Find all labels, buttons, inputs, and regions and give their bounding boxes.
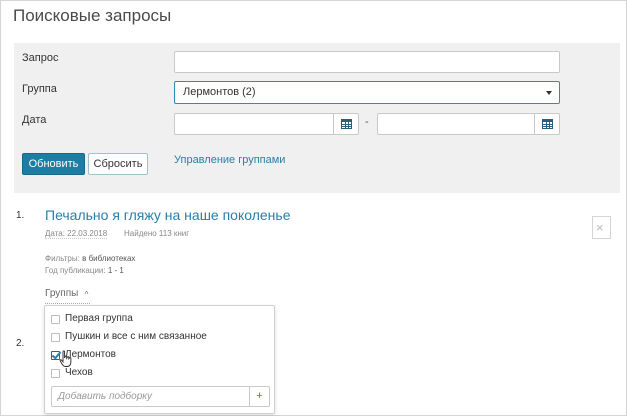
year-value: 1 - 1 <box>107 266 124 275</box>
filters-value: в библиотеках <box>82 254 136 263</box>
query-input[interactable] <box>174 51 560 73</box>
year-label: Год публикации: <box>45 266 106 275</box>
groups-toggle-label: Группы <box>45 288 79 299</box>
group-select[interactable]: Лермонтов (2) <box>174 81 560 104</box>
groups-dropdown: Первая группа Пушкин и все с ним связанн… <box>44 305 275 414</box>
close-icon: × <box>596 220 604 235</box>
hand-cursor-icon <box>59 350 72 367</box>
query-label: Запрос <box>22 52 59 64</box>
result-number: 1. <box>16 210 25 221</box>
date-separator: - <box>365 116 369 128</box>
caret-down-icon <box>546 91 552 95</box>
group-select-value: Лермонтов (2) <box>183 86 256 98</box>
group-label: Группа <box>22 83 57 95</box>
calendar-icon <box>542 119 553 129</box>
groups-toggle[interactable]: Группы ^ <box>45 288 91 304</box>
page-title: Поисковые запросы <box>13 6 172 25</box>
group-option-label: Пушкин и все с ним связанное <box>65 331 207 342</box>
result-date: Дата: 22.03.2018 <box>45 229 108 239</box>
add-collection-button[interactable]: + <box>249 386 270 407</box>
chevron-up-icon: ^ <box>84 290 89 299</box>
manage-groups-link[interactable]: Управление группами <box>174 154 285 166</box>
result-title-link[interactable]: Печально я гляжу на наше поколенье <box>45 207 291 223</box>
date-to-calendar-button[interactable] <box>534 113 560 135</box>
reset-button[interactable]: Сбросить <box>88 153 148 175</box>
group-checkbox[interactable] <box>51 333 60 342</box>
group-checkbox[interactable] <box>51 315 60 324</box>
result-number: 2. <box>16 338 25 349</box>
delete-result-button[interactable]: × <box>592 216 611 239</box>
group-option-label: Первая группа <box>65 313 133 324</box>
date-to-input[interactable] <box>377 113 560 135</box>
result-filters: Фильтры: в библиотеках <box>45 254 135 263</box>
app-frame: Поисковые запросы Запрос Группа Лермонто… <box>0 0 627 416</box>
filters-label: Фильтры: <box>45 254 80 263</box>
add-collection-input[interactable]: Добавить подборку <box>51 386 250 407</box>
result-year: Год публикации: 1 - 1 <box>45 266 124 275</box>
date-from-input[interactable] <box>174 113 359 135</box>
date-label: Дата <box>22 114 47 126</box>
filter-panel: Запрос Группа Лермонтов (2) Дата - Обнов… <box>14 43 620 193</box>
date-from-calendar-button[interactable] <box>333 113 359 135</box>
calendar-icon <box>341 119 352 129</box>
result-found-count: Найдено 113 книг <box>124 229 190 238</box>
group-checkbox[interactable] <box>51 369 60 378</box>
group-option-label: Чехов <box>65 367 93 378</box>
update-button[interactable]: Обновить <box>22 153 85 175</box>
